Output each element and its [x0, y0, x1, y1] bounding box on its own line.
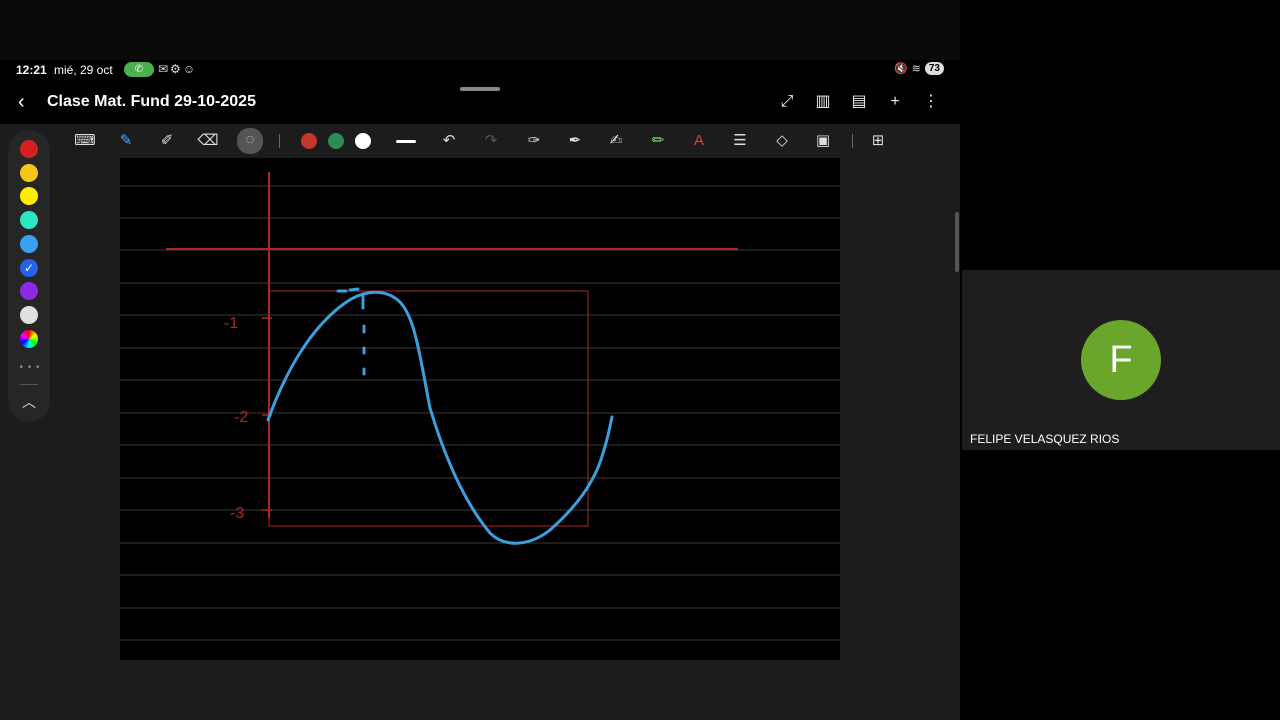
text-color-icon[interactable]: A — [687, 129, 711, 153]
smart-pen-icon[interactable]: ✒ — [563, 129, 587, 153]
lasso-icon[interactable]: ◌ — [237, 128, 263, 154]
palette-page-dots: • • • — [19, 362, 41, 373]
status-bar: 12:21 mié, 29 oct ✆ ✉⚙☺ 🔇 ≋ 73 — [0, 60, 960, 80]
add-icon[interactable]: + — [884, 91, 906, 113]
battery-level: 73 — [924, 62, 944, 75]
tablet-screen-share: 12:21 mié, 29 oct ✆ ✉⚙☺ 🔇 ≋ 73 ‹ Clase M… — [0, 0, 960, 720]
title-actions: ⤢ ▥ ▤ + ⋮ — [776, 91, 942, 113]
highlighter-icon[interactable]: ✐ — [155, 129, 179, 153]
pen-icon[interactable]: ✎ — [114, 129, 138, 153]
call-indicator-icon[interactable]: ✆ — [124, 62, 154, 77]
note-canvas[interactable]: -1 -2 -3 — [120, 158, 840, 660]
status-icons-right: 🔇 ≋ 73 — [894, 62, 944, 75]
palette-swatch-yellow[interactable] — [20, 187, 38, 206]
title-bar: ‹ Clase Mat. Fund 29-10-2025 ⤢ ▥ ▤ + ⋮ — [0, 86, 960, 118]
back-arrow-icon[interactable]: ‹ — [18, 92, 38, 112]
status-time: 12:21 — [16, 63, 47, 77]
palette-swatch-blue[interactable] — [20, 258, 38, 277]
notification-icons: ✉⚙☺ — [158, 62, 198, 76]
palette-swatch-purple[interactable] — [20, 282, 38, 301]
note-title: Clase Mat. Fund 29-10-2025 — [47, 93, 256, 110]
participant-avatar: F — [1081, 320, 1161, 400]
palette-divider — [20, 384, 38, 385]
axis-label-minus-2: -2 — [234, 409, 248, 426]
participant-tile[interactable]: F FELIPE VELASQUEZ RIOS — [962, 270, 1280, 450]
drawing-toolbar: ⌨ ✎ ✐ ⌫ ◌ ↶ ↷ ✑ ✒ ✍ ✏ A ☰ ◇ ▣ ⊞ — [60, 124, 960, 158]
palette-swatch-light-blue[interactable] — [20, 234, 38, 253]
palette-swatch-gray[interactable] — [20, 305, 38, 324]
axis-label-minus-3: -3 — [230, 505, 244, 522]
axis-label-minus-1: -1 — [224, 315, 238, 332]
toolbar-color-red[interactable] — [301, 133, 317, 149]
text-box-icon[interactable]: ☰ — [728, 129, 752, 153]
right-margin — [840, 158, 960, 660]
apps-grid-icon[interactable]: ⊞ — [866, 129, 890, 153]
ruled-lines — [120, 185, 840, 641]
wifi-icon: ≋ — [911, 63, 921, 75]
toolbar-divider — [852, 134, 853, 148]
blue-sine-curve — [266, 287, 614, 545]
bottom-margin — [0, 660, 960, 720]
page-settings-icon[interactable]: ▤ — [848, 91, 870, 113]
toolbar-divider — [279, 134, 280, 148]
stroke-width-icon[interactable] — [396, 140, 416, 143]
red-axes — [166, 172, 738, 527]
mute-icon: 🔇 — [893, 63, 908, 75]
redo-icon[interactable]: ↷ — [479, 129, 503, 153]
palette-swatch-orange[interactable] — [20, 163, 38, 182]
shapes-icon[interactable]: ◇ — [770, 129, 794, 153]
eraser-icon[interactable]: ⌫ — [196, 129, 220, 153]
expand-icon[interactable]: ⤢ — [776, 91, 798, 113]
status-date: mié, 29 oct — [54, 63, 113, 77]
more-options-icon[interactable]: ⋮ — [920, 91, 942, 113]
marker-icon[interactable]: ✏ — [646, 129, 670, 153]
participant-name: FELIPE VELASQUEZ RIOS — [970, 432, 1120, 446]
split-view-icon[interactable]: ▥ — [812, 91, 834, 113]
keyboard-icon[interactable]: ⌨ — [73, 129, 97, 153]
scrollbar-thumb[interactable] — [955, 212, 959, 272]
sticker-icon[interactable]: ▣ — [811, 129, 835, 153]
handwriting-layer: -1 -2 -3 — [120, 172, 840, 641]
toolbar-color-white[interactable] — [355, 133, 371, 149]
collapse-chevron-up-icon[interactable]: ︿ — [18, 392, 40, 412]
undo-icon[interactable]: ↶ — [437, 129, 461, 153]
top-bezel — [0, 0, 960, 60]
palette-swatch-red[interactable] — [20, 140, 38, 158]
toolbar-color-green[interactable] — [328, 133, 344, 149]
pen-settings-icon[interactable]: ✍ — [604, 129, 628, 153]
screen: 12:21 mié, 29 oct ✆ ✉⚙☺ 🔇 ≋ 73 ‹ Clase M… — [0, 0, 1280, 720]
color-palette: • • • ︿ — [8, 130, 50, 422]
color-picker-icon[interactable] — [20, 329, 38, 348]
shape-pen-icon[interactable]: ✑ — [522, 129, 546, 153]
palette-swatch-teal[interactable] — [20, 211, 38, 230]
